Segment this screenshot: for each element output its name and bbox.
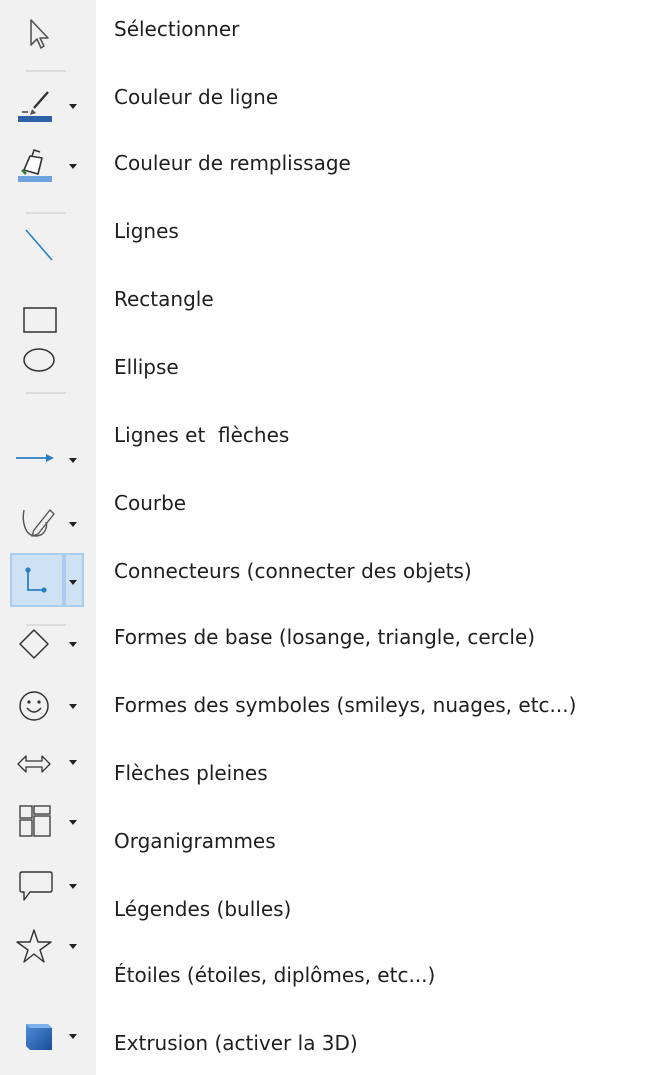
connector-icon [12, 560, 62, 600]
ellipse-tool-button[interactable] [4, 328, 88, 384]
label-block-arrows: Flèches pleines [114, 761, 268, 785]
line-color-icon [12, 84, 62, 124]
smiley-icon [12, 684, 62, 724]
curve-icon [12, 502, 62, 542]
select-tool-button[interactable] [4, 6, 88, 62]
chevron-down-icon[interactable] [69, 522, 77, 527]
chevron-down-icon[interactable] [69, 760, 77, 765]
flowchart-button[interactable] [4, 792, 88, 848]
label-stars: Étoiles (étoiles, diplômes, etc...) [114, 963, 436, 987]
extrusion-cube-icon [12, 1014, 62, 1054]
callout-icon [12, 864, 62, 904]
label-lines-arrows: Lignes et flèches [114, 423, 290, 447]
stars-button[interactable] [4, 916, 88, 972]
ellipse-icon [12, 336, 62, 376]
double-arrow-icon [12, 740, 62, 780]
curve-tool-button[interactable] [4, 494, 88, 550]
diamond-icon [12, 622, 62, 662]
label-basic-shapes: Formes de base (losange, triangle, cercl… [114, 625, 536, 649]
label-connectors: Connecteurs (connecter des objets) [114, 559, 472, 583]
chevron-down-icon[interactable] [69, 704, 77, 709]
arrow-line-icon [12, 438, 62, 478]
chevron-down-icon[interactable] [69, 104, 77, 109]
toolbar-separator [26, 392, 66, 394]
label-rectangle: Rectangle [114, 287, 214, 311]
toolbar-separator [26, 212, 66, 214]
chevron-down-icon[interactable] [69, 820, 77, 825]
cursor-arrow-icon [12, 14, 62, 54]
line-icon [12, 224, 62, 264]
toolbar-separator [26, 70, 66, 72]
connectors-tool-button[interactable] [4, 552, 88, 608]
line-color-button[interactable] [4, 76, 88, 132]
label-extrusion: Extrusion (activer la 3D) [114, 1031, 358, 1055]
fill-color-icon [12, 144, 62, 184]
chevron-down-icon[interactable] [69, 944, 77, 949]
basic-shapes-button[interactable] [4, 614, 88, 670]
chevron-down-icon[interactable] [69, 458, 77, 463]
label-curve: Courbe [114, 491, 187, 515]
symbol-shapes-button[interactable] [4, 676, 88, 732]
chevron-down-icon[interactable] [69, 642, 77, 647]
label-symbol-shapes: Formes des symboles (smileys, nuages, et… [114, 693, 577, 717]
flowchart-icon [12, 800, 62, 840]
chevron-down-icon[interactable] [69, 580, 77, 585]
lines-and-arrows-button[interactable] [4, 430, 88, 486]
label-ellipse: Ellipse [114, 355, 179, 379]
lines-tool-button[interactable] [4, 216, 88, 272]
label-line-color: Couleur de ligne [114, 85, 279, 109]
star-icon [12, 924, 62, 964]
label-callouts: Légendes (bulles) [114, 897, 292, 921]
chevron-down-icon[interactable] [69, 164, 77, 169]
chevron-down-icon[interactable] [69, 884, 77, 889]
callouts-button[interactable] [4, 856, 88, 912]
label-lines: Lignes [114, 219, 179, 243]
block-arrows-button[interactable] [4, 732, 88, 788]
extrusion-button[interactable] [4, 1006, 88, 1062]
label-flowcharts: Organigrammes [114, 829, 276, 853]
chevron-down-icon[interactable] [69, 1034, 77, 1039]
fill-color-button[interactable] [4, 136, 88, 192]
label-fill-color: Couleur de remplissage [114, 151, 351, 175]
label-select: Sélectionner [114, 17, 240, 41]
drawing-toolbar [0, 0, 96, 1075]
